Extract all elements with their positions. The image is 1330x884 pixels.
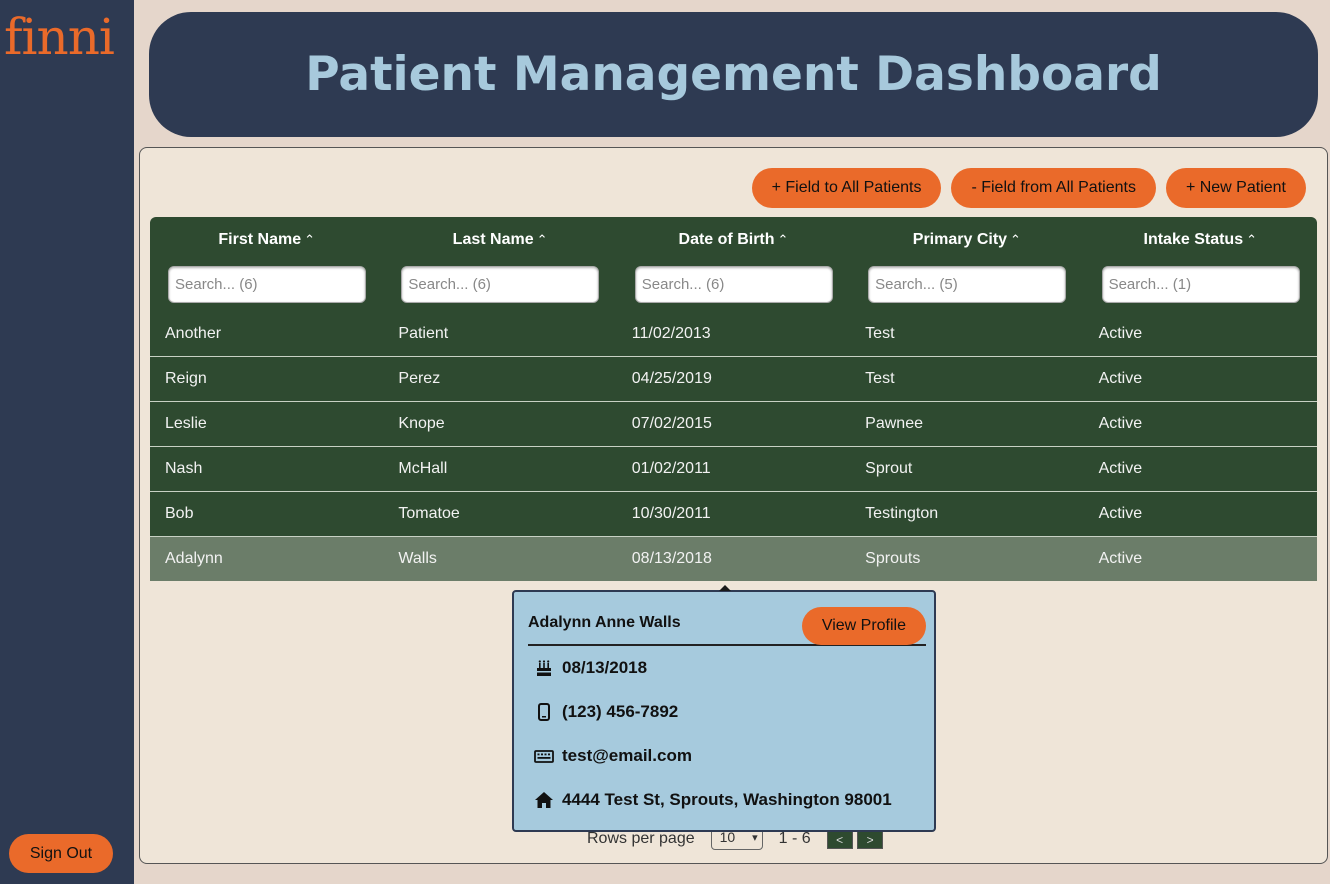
sort-header-last-name[interactable]: Last Name ⌃ (401, 231, 598, 251)
popover-address-row: 4444 Test St, Sprouts, Washington 98001 (534, 790, 892, 810)
column-header-intake-status: Intake Status ⌃ (1084, 217, 1317, 311)
remove-field-button[interactable]: - Field from All Patients (951, 168, 1156, 208)
column-header-last-name: Last Name ⌃ (383, 217, 616, 311)
cell-first-name: Adalynn (165, 550, 223, 567)
cell-date-of-birth: 11/02/2013 (631, 324, 711, 342)
cell-date-of-birth: 07/02/2015 (631, 415, 712, 432)
sort-icon: ⌃ (777, 232, 789, 247)
column-header-primary-city: Primary City ⌃ (850, 217, 1083, 311)
column-label: Intake Status (1143, 231, 1244, 248)
cell-first-name: Bob (165, 505, 194, 522)
popover-header: Adalynn Anne Walls View Profile (528, 602, 926, 646)
cell-intake-status: Active (1098, 550, 1143, 567)
page-header: Patient Management Dashboard (149, 12, 1318, 137)
cell-first-name: Another (165, 324, 222, 342)
cell-intake-status: Active (1098, 505, 1143, 522)
table-row[interactable]: Another Patient 11/02/2013 Test Active (150, 311, 1317, 356)
cell-date-of-birth: 04/25/2019 (631, 370, 712, 387)
cell-primary-city: Testington (865, 505, 939, 522)
cell-primary-city: Sprouts (865, 550, 921, 567)
sidebar: finni Sign Out (0, 0, 134, 884)
cell-primary-city: Test (865, 370, 895, 387)
page-title: Patient Management Dashboard (305, 47, 1162, 102)
popover-phone-row: (123) 456-7892 (534, 702, 678, 722)
sort-header-primary-city[interactable]: Primary City ⌃ (868, 231, 1065, 251)
popover-email-row: test@email.com (534, 746, 692, 766)
search-input-last-name[interactable] (401, 266, 600, 303)
popover-arrow (719, 585, 731, 591)
birthday-cake-icon (537, 660, 551, 676)
cell-primary-city: Test (865, 324, 895, 342)
sort-header-intake-status[interactable]: Intake Status ⌃ (1102, 231, 1299, 251)
cell-last-name: Knope (398, 415, 445, 432)
cell-last-name: McHall (398, 460, 448, 477)
patient-phone: (123) 456-7892 (562, 702, 679, 721)
cell-first-name: Nash (165, 460, 203, 477)
keyboard-icon (534, 750, 554, 763)
sort-icon: ⌃ (1246, 232, 1257, 247)
action-bar: + Field to All Patients - Field from All… (751, 168, 1306, 208)
popover-dob-row: 08/13/2018 (534, 658, 647, 678)
mobile-phone-icon (538, 703, 550, 721)
cell-last-name: Perez (398, 370, 441, 387)
sort-icon: ⌃ (304, 232, 315, 247)
column-header-date-of-birth: Date of Birth ⌃ (617, 217, 850, 311)
prev-page-button[interactable]: < (826, 829, 853, 849)
search-input-first-name[interactable] (168, 266, 366, 303)
search-input-intake-status[interactable] (1101, 266, 1300, 303)
search-input-date-of-birth[interactable] (634, 266, 833, 303)
column-label: First Name (218, 231, 302, 248)
cell-date-of-birth: 10/30/2011 (631, 505, 711, 522)
sort-icon: ⌃ (1010, 232, 1021, 247)
new-patient-button[interactable]: + New Patient (1165, 168, 1306, 208)
view-profile-button[interactable]: View Profile (801, 607, 926, 645)
cell-intake-status: Active (1098, 370, 1143, 387)
home-icon (535, 792, 553, 808)
patient-email: test@email.com (562, 746, 692, 765)
cell-intake-status: Active (1098, 324, 1143, 342)
cell-date-of-birth: 01/02/2011 (631, 460, 711, 477)
sign-out-button[interactable]: Sign Out (9, 834, 113, 873)
finni-logo: finni (4, 8, 115, 66)
table-row[interactable]: Bob Tomatoe 10/30/2011 Testington Active (150, 491, 1317, 536)
table-row[interactable]: Reign Perez 04/25/2019 Test Active (150, 356, 1317, 401)
patient-popover: Adalynn Anne Walls View Profile 08/13/20… (512, 585, 936, 832)
cell-intake-status: Active (1098, 460, 1143, 477)
cell-last-name: Patient (398, 324, 449, 342)
rows-per-page-label: Rows per page (587, 830, 695, 847)
patient-full-name: Adalynn Anne Walls (528, 614, 681, 631)
table-row-selected[interactable]: Adalynn Walls 08/13/2018 Sprouts Active (150, 536, 1317, 581)
patient-dob: 08/13/2018 (562, 658, 648, 677)
column-label: Date of Birth (678, 231, 775, 248)
patients-table: First Name⌃ Last Name⌃ Date of Birth⌃ Pr… (150, 217, 1317, 581)
cell-last-name: Walls (398, 550, 437, 567)
table-row[interactable]: Nash McHall 01/02/2011 Sprout Active (150, 446, 1317, 491)
column-label: Primary City (912, 231, 1008, 248)
cell-first-name: Reign (165, 370, 207, 387)
sort-icon: ⌃ (536, 232, 548, 247)
page-range: 1 - 6 (778, 830, 811, 847)
cell-primary-city: Sprout (865, 460, 913, 477)
cell-intake-status: Active (1098, 415, 1143, 432)
cell-date-of-birth: 08/13/2018 (631, 550, 712, 567)
cell-last-name: Tomatoe (398, 505, 460, 522)
sort-header-date-of-birth[interactable]: Date of Birth ⌃ (635, 231, 832, 251)
column-header-first-name: First Name ⌃ (150, 217, 383, 311)
cell-first-name: Leslie (165, 415, 207, 432)
search-input-primary-city[interactable] (868, 266, 1067, 303)
patient-address: 4444 Test St, Sprouts, Washington 98001 (562, 790, 892, 809)
add-field-button[interactable]: + Field to All Patients (751, 168, 942, 208)
table-row[interactable]: Leslie Knope 07/02/2015 Pawnee Active (150, 401, 1317, 446)
table-header: First Name⌃ Last Name⌃ Date of Birth⌃ Pr… (150, 217, 1317, 311)
cell-primary-city: Pawnee (865, 415, 923, 432)
column-label: Last Name (452, 231, 534, 248)
sort-header-first-name[interactable]: First Name ⌃ (168, 231, 365, 251)
next-page-button[interactable]: > (857, 829, 884, 849)
